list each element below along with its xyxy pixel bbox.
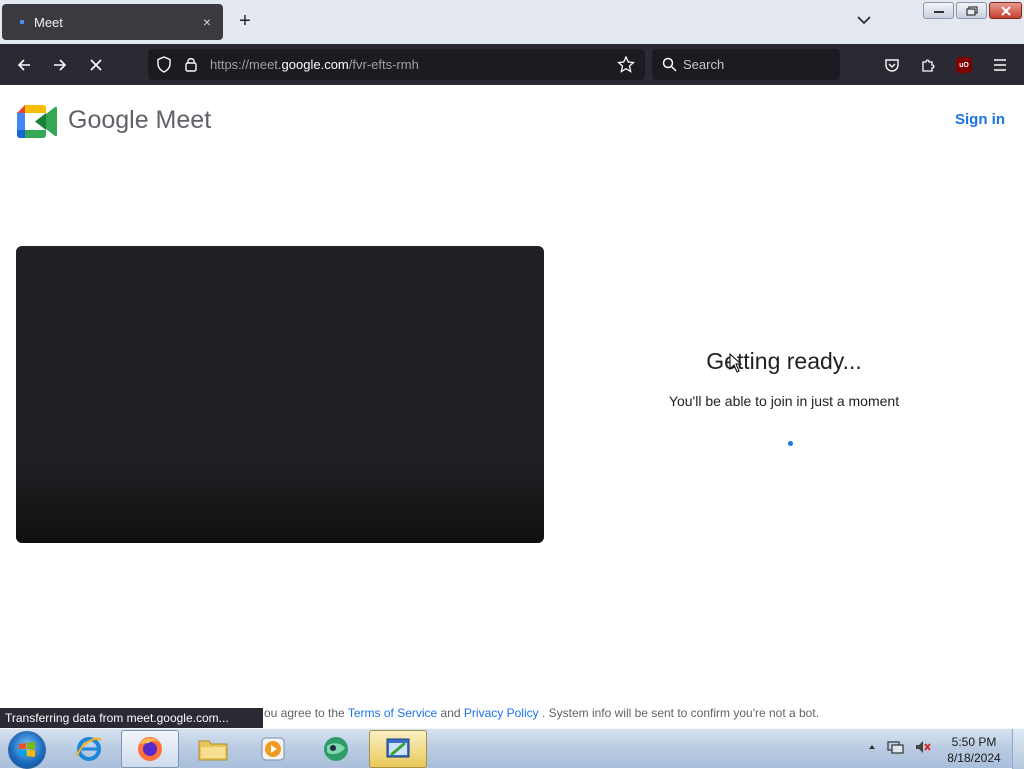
pocket-icon xyxy=(885,59,899,72)
tracking-protection-shield-icon[interactable] xyxy=(156,56,172,73)
lock-icon[interactable] xyxy=(184,56,198,73)
hamburger-menu-icon xyxy=(994,59,1006,71)
sign-in-link[interactable]: Sign in xyxy=(955,111,1005,128)
minimize-button[interactable] xyxy=(923,2,954,19)
back-button[interactable] xyxy=(11,52,37,78)
app-menu-button[interactable] xyxy=(987,52,1013,78)
puzzle-icon xyxy=(922,59,935,72)
taskbar-file-explorer[interactable] xyxy=(184,730,242,768)
video-preview xyxy=(16,246,544,543)
clock-date: 8/18/2024 xyxy=(947,751,1001,765)
terms-of-service-link[interactable]: Terms of Service xyxy=(348,706,437,720)
ublock-icon: uO xyxy=(956,57,972,73)
footer-legal-text: ou agree to the Terms of Service and Pri… xyxy=(264,706,819,720)
close-window-button[interactable] xyxy=(989,2,1022,19)
stop-loading-button[interactable] xyxy=(83,52,109,78)
mouse-cursor-icon xyxy=(729,353,742,373)
url-path: /fvr-efts-rmh xyxy=(348,57,419,72)
stop-icon xyxy=(90,59,102,71)
taskbar-internet-explorer[interactable] xyxy=(60,730,118,768)
list-all-tabs-button[interactable] xyxy=(854,10,874,30)
arrow-left-icon xyxy=(17,59,30,71)
media-player-icon xyxy=(261,737,285,761)
minimize-icon xyxy=(933,10,944,13)
internet-explorer-icon xyxy=(76,737,102,761)
tab-meet[interactable]: Meet × xyxy=(2,4,223,40)
forward-button[interactable] xyxy=(47,52,73,78)
extensions-button[interactable] xyxy=(915,52,941,78)
chevron-down-icon xyxy=(857,16,871,25)
restore-icon xyxy=(965,5,978,16)
start-button[interactable] xyxy=(8,731,46,769)
status-panel: Transferring data from meet.google.com..… xyxy=(0,708,263,729)
url-host: google.com xyxy=(281,57,349,72)
url-text[interactable]: https://meet.google.com/fvr-efts-rmh xyxy=(210,57,419,72)
tab-close-button[interactable]: × xyxy=(195,14,219,30)
close-icon xyxy=(1000,5,1011,16)
folder-icon xyxy=(198,740,228,761)
taskbar-app-green[interactable] xyxy=(307,730,365,768)
firefox-icon xyxy=(138,737,162,761)
search-placeholder: Search xyxy=(683,57,725,72)
search-bar[interactable]: Search xyxy=(652,49,840,80)
google-meet-logo-icon xyxy=(17,105,57,138)
pocket-button[interactable] xyxy=(879,52,905,78)
taskbar-firefox[interactable] xyxy=(121,730,179,768)
window-controls xyxy=(923,2,1022,20)
getting-ready-subtitle: You'll be able to join in just a moment xyxy=(668,393,900,409)
taskbar-clock[interactable]: 5:50 PM 8/18/2024 xyxy=(936,734,1012,766)
footer-prefix: ou agree to the xyxy=(264,706,348,720)
taskbar-media-player[interactable] xyxy=(244,730,302,768)
clock-time: 5:50 PM xyxy=(951,735,997,749)
url-bar[interactable]: https://meet.google.com/fvr-efts-rmh xyxy=(148,49,645,80)
taskbar-active-app[interactable] xyxy=(369,730,427,768)
brand-name: Google Meet xyxy=(68,106,212,134)
tab-strip: Meet × + xyxy=(0,0,1024,44)
loading-spinner xyxy=(788,441,793,446)
tab-favicon-icon xyxy=(20,20,24,24)
app-window-icon xyxy=(386,738,410,758)
arrow-right-icon xyxy=(54,59,67,71)
privacy-policy-link[interactable]: Privacy Policy xyxy=(464,706,539,720)
new-tab-button[interactable]: + xyxy=(234,10,256,32)
network-icon[interactable] xyxy=(886,739,904,755)
tab-title: Meet xyxy=(34,14,63,30)
navigation-toolbar: https://meet.google.com/fvr-efts-rmh Sea… xyxy=(0,44,1024,85)
taskbar: 5:50 PM 8/18/2024 xyxy=(0,728,1024,769)
search-icon xyxy=(662,57,677,72)
restore-button[interactable] xyxy=(956,2,987,19)
system-tray xyxy=(868,739,932,755)
meet-page: Google Meet Sign in Getting ready... You… xyxy=(0,85,1024,729)
volume-muted-icon[interactable] xyxy=(914,739,932,755)
url-prefix: https://meet. xyxy=(210,57,282,72)
green-globe-icon xyxy=(324,737,348,761)
ublock-origin-button[interactable]: uO xyxy=(951,52,977,78)
windows-logo-icon xyxy=(19,742,35,757)
footer-suffix: . System info will be sent to confirm yo… xyxy=(538,706,820,720)
footer-and: and xyxy=(437,706,464,720)
show-desktop-button[interactable] xyxy=(1012,729,1024,769)
getting-ready-heading: Getting ready... xyxy=(706,348,862,374)
show-hidden-icons-icon[interactable] xyxy=(868,743,876,751)
bookmark-star-icon[interactable] xyxy=(617,56,635,73)
